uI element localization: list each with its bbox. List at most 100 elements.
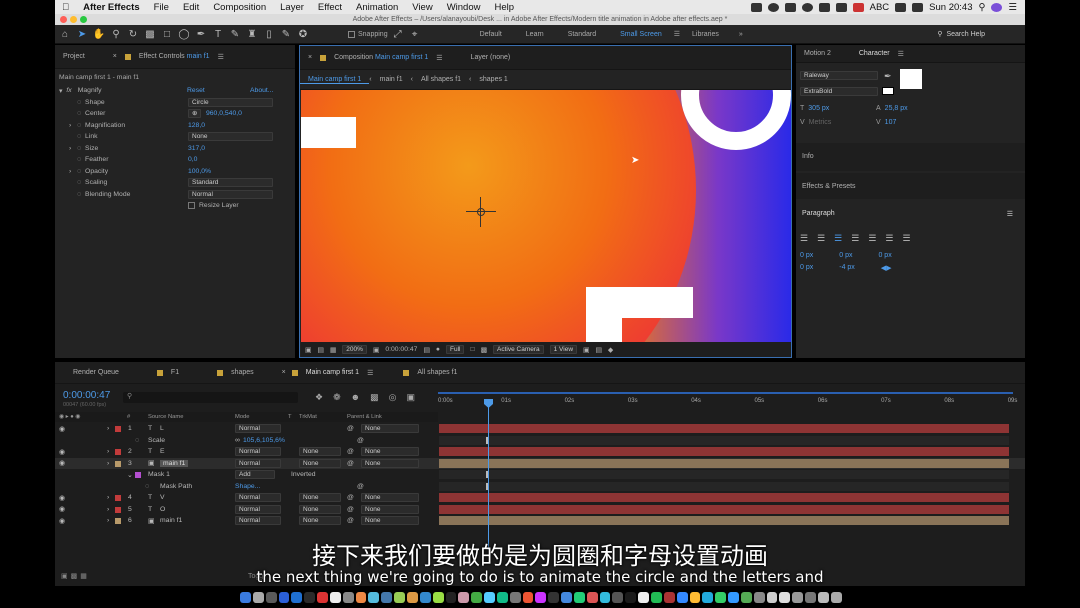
reset-link[interactable]: Reset bbox=[187, 87, 205, 94]
zoom-select[interactable]: 200% bbox=[342, 345, 367, 354]
panel-menu-icon[interactable]: ☰ bbox=[1007, 210, 1013, 218]
zoom-tool-icon[interactable]: ⚲ bbox=[109, 28, 123, 41]
layer-row[interactable]: ◌ Mask Path Shape... @ bbox=[55, 481, 1025, 493]
dock-app-icon[interactable] bbox=[291, 591, 303, 603]
render-icon[interactable]: ▤ bbox=[595, 346, 601, 354]
dock-app-icon[interactable] bbox=[663, 591, 675, 603]
font-family-select[interactable]: Raleway bbox=[800, 71, 878, 80]
dock-app-icon[interactable] bbox=[638, 591, 649, 603]
effect-property-row[interactable]: ◌ Shape Circle bbox=[55, 97, 295, 109]
battery-icon[interactable] bbox=[912, 2, 924, 12]
parent-select[interactable]: None bbox=[361, 493, 419, 502]
parent-select[interactable]: None bbox=[361, 447, 419, 456]
dock-app-icon[interactable] bbox=[625, 591, 637, 603]
region-icon[interactable]: □ bbox=[470, 346, 474, 353]
panel-menu-icon[interactable]: ☰ bbox=[218, 53, 224, 61]
label-color-swatch[interactable] bbox=[115, 460, 121, 467]
kerning-value[interactable]: Metrics bbox=[809, 119, 832, 126]
close-icon[interactable]: × bbox=[113, 53, 117, 60]
type-tool-icon[interactable]: T bbox=[211, 28, 225, 41]
layer-name[interactable]: main f1 bbox=[160, 459, 189, 467]
draft3d-icon[interactable]: ❁ bbox=[333, 392, 341, 403]
tab-project[interactable]: Project bbox=[55, 53, 93, 60]
parent-select[interactable]: None bbox=[361, 458, 419, 468]
puppet-tool-icon[interactable]: ✪ bbox=[296, 28, 310, 41]
expand-icon[interactable]: › bbox=[69, 168, 77, 175]
anchor-crosshair-icon[interactable] bbox=[466, 197, 496, 227]
views-select[interactable]: 1 View bbox=[549, 345, 578, 354]
link-icon[interactable]: ∞ bbox=[235, 437, 240, 444]
dock-app-icon[interactable] bbox=[548, 591, 560, 603]
stopwatch-icon[interactable]: ◌ bbox=[77, 191, 81, 198]
stopwatch-icon[interactable]: ◌ bbox=[77, 122, 81, 129]
pickwhip-icon[interactable]: @ bbox=[347, 506, 354, 513]
crumb-main-f1[interactable]: main f1 bbox=[372, 76, 411, 83]
mode-select[interactable]: Normal bbox=[235, 447, 281, 456]
expand-icon[interactable]: › bbox=[107, 517, 109, 524]
minimize-window-button[interactable] bbox=[70, 16, 77, 23]
property-value[interactable]: Normal bbox=[188, 189, 273, 199]
effect-property-row[interactable]: ◌ Scaling Standard bbox=[55, 177, 295, 189]
effect-property-row[interactable]: ◌ Center ⊕ 960,0,540,0 bbox=[55, 108, 295, 120]
direction-icon[interactable]: ◀▶ bbox=[881, 264, 892, 272]
layer-duration-bar[interactable] bbox=[439, 493, 1009, 502]
layer-duration-bar[interactable] bbox=[439, 516, 1009, 525]
menu-icon[interactable]: ☰ bbox=[1008, 2, 1017, 13]
mode-select[interactable]: Normal bbox=[235, 504, 281, 514]
panel-menu-icon[interactable]: ☰ bbox=[367, 369, 373, 377]
dock-app-icon[interactable] bbox=[406, 591, 418, 603]
effect-property-row[interactable]: › ◌ Size 317,0 bbox=[55, 143, 295, 155]
visibility-eye-icon[interactable]: ◉ bbox=[59, 425, 65, 433]
align-right-icon[interactable]: ☰ bbox=[834, 233, 842, 244]
frame-blend-icon[interactable]: ▩ bbox=[370, 392, 379, 403]
label-color-swatch[interactable] bbox=[115, 506, 121, 513]
selection-tool-icon[interactable]: ➤ bbox=[75, 28, 89, 41]
dock-app-icon[interactable] bbox=[240, 591, 251, 603]
shape-tool-icon[interactable]: ◯ bbox=[177, 28, 191, 41]
col-source[interactable]: Source Name bbox=[148, 414, 183, 420]
expand-icon[interactable]: ⌄ bbox=[127, 471, 133, 479]
menu-composition[interactable]: Composition bbox=[206, 2, 273, 13]
justify-left-icon[interactable]: ☰ bbox=[851, 233, 859, 244]
dock-app-icon[interactable] bbox=[304, 591, 316, 603]
align-left-icon[interactable]: ☰ bbox=[800, 233, 808, 244]
bluetooth-icon[interactable] bbox=[895, 2, 907, 12]
expand-icon[interactable]: › bbox=[69, 122, 77, 129]
layer-name[interactable]: V bbox=[160, 494, 165, 501]
layer-search-input[interactable]: ⚲ bbox=[123, 392, 298, 403]
tab-motion2[interactable]: Motion 2 bbox=[796, 50, 839, 57]
indent-right[interactable]: 0 px bbox=[878, 252, 891, 259]
visibility-eye-icon[interactable]: ◉ bbox=[59, 494, 65, 502]
justify-right-icon[interactable]: ☰ bbox=[885, 233, 893, 244]
dock-app-icon[interactable] bbox=[792, 591, 804, 603]
property-value[interactable]: 0,0 bbox=[188, 156, 197, 163]
search-icon[interactable]: ⚲ bbox=[979, 2, 986, 13]
pickwhip-icon[interactable]: @ bbox=[347, 448, 354, 455]
dock-app-icon[interactable] bbox=[368, 591, 380, 603]
mode-select[interactable]: Normal bbox=[235, 493, 281, 502]
graph-editor-icon[interactable]: ▣ bbox=[406, 392, 415, 403]
mask-color-swatch[interactable] bbox=[135, 472, 141, 478]
layer-row[interactable]: ◉ › 2 T E Normal None @ None bbox=[55, 446, 1025, 458]
font-style-select[interactable]: ExtraBold bbox=[800, 87, 878, 96]
dock-app-icon[interactable] bbox=[779, 591, 791, 603]
flag-icon[interactable] bbox=[852, 2, 864, 12]
panel-menu-icon[interactable]: ☰ bbox=[436, 54, 442, 62]
chevron-right-icon[interactable]: » bbox=[739, 31, 743, 38]
tab-composition[interactable]: Composition Main camp first 1 bbox=[326, 54, 436, 61]
font-size-value[interactable]: 305 px bbox=[808, 105, 829, 112]
stopwatch-icon[interactable]: ◌ bbox=[135, 437, 139, 444]
leading-value[interactable]: 25,8 px bbox=[885, 105, 908, 112]
layer-row[interactable]: ◌ Scale ∞ 105,6,105,6% @ bbox=[55, 435, 1025, 447]
dock-app-icon[interactable] bbox=[496, 591, 508, 603]
dock-app-icon[interactable] bbox=[381, 591, 393, 603]
rotate-tool-icon[interactable]: ↻ bbox=[126, 28, 140, 41]
workspace-small-screen[interactable]: Small Screen bbox=[608, 31, 674, 38]
property-value[interactable]: Circle bbox=[188, 97, 273, 107]
property-value[interactable]: 128,0 bbox=[188, 122, 205, 129]
zoom-window-button[interactable] bbox=[80, 16, 87, 23]
dock-app-icon[interactable] bbox=[728, 591, 739, 603]
dock-app-icon[interactable] bbox=[805, 591, 816, 603]
clock[interactable]: Sun 20:43 bbox=[929, 2, 972, 13]
stopwatch-icon[interactable]: ◌ bbox=[77, 145, 81, 152]
